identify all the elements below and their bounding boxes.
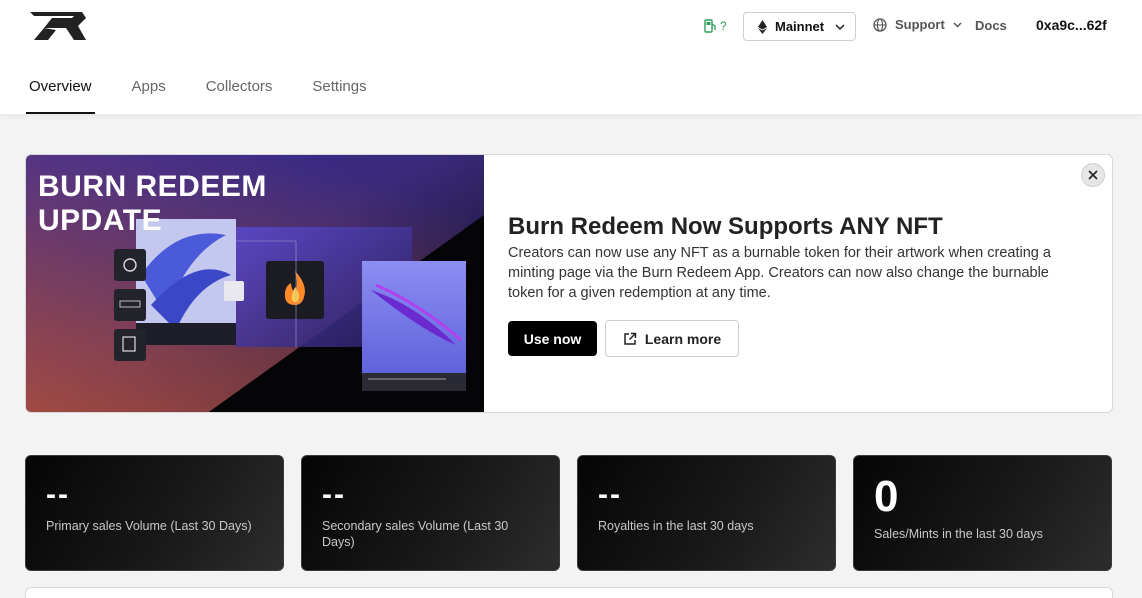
stat-label: Royalties in the last 30 days [598,519,754,533]
stat-card-sales-mints: 0 Sales/Mints in the last 30 days [853,455,1112,571]
network-label: Mainnet [775,19,825,34]
banner-image-title-line2: UPDATE [38,204,163,237]
gas-indicator[interactable]: ? [704,17,727,35]
tab-settings[interactable]: Settings [309,76,369,114]
chevron-down-icon [835,23,845,30]
ethereum-icon [758,19,767,34]
top-bar: ? Mainnet Support Docs 0xa9c...62f Overv… [0,0,1142,114]
stat-label: Primary sales Volume (Last 30 Days) [46,519,252,533]
announcement-banner: BURN REDEEM UPDATE Burn Redeem Now Suppo… [25,154,1113,413]
banner-description: Creators can now use any NFT as a burnab… [508,245,1051,301]
stat-label: Secondary sales Volume (Last 30 Days) [322,519,509,549]
stat-value: -- [46,478,70,511]
stat-card-secondary-sales: -- Secondary sales Volume (Last 30 Days) [301,455,560,571]
network-selector[interactable]: Mainnet [743,12,856,41]
banner-image-title-line1: BURN REDEEM [38,170,267,203]
close-banner-button[interactable] [1081,163,1105,187]
manifold-logo[interactable] [30,12,86,42]
banner-image-title: BURN REDEEM UPDATE [38,170,267,238]
support-menu[interactable]: Support [873,17,962,32]
wallet-address[interactable]: 0xa9c...62f [1036,17,1107,33]
tab-apps[interactable]: Apps [129,76,169,114]
gas-value: ? [720,19,727,33]
stat-card-royalties: -- Royalties in the last 30 days [577,455,836,571]
globe-icon [873,17,887,32]
stat-value: -- [322,478,346,511]
main-tabs: Overview Apps Collectors Settings [26,76,404,114]
support-label: Support [895,17,945,32]
learn-more-button[interactable]: Learn more [605,320,739,357]
tab-collectors[interactable]: Collectors [203,76,276,114]
tab-overview[interactable]: Overview [26,76,95,114]
banner-image: BURN REDEEM UPDATE [26,155,484,412]
learn-more-label: Learn more [644,330,722,347]
stat-value: -- [598,478,622,511]
banner-heading: Burn Redeem Now Supports ANY NFT [508,213,943,240]
content-card [25,587,1113,598]
stat-label: Sales/Mints in the last 30 days [874,527,1043,541]
use-now-button[interactable]: Use now [508,321,597,356]
stat-value: 0 [874,472,899,521]
chevron-down-icon [953,21,962,28]
gas-pump-icon [704,19,716,33]
close-icon [1088,170,1098,180]
stat-card-primary-sales: -- Primary sales Volume (Last 30 Days) [25,455,284,571]
docs-link[interactable]: Docs [975,18,1007,33]
external-link-icon [624,332,637,345]
